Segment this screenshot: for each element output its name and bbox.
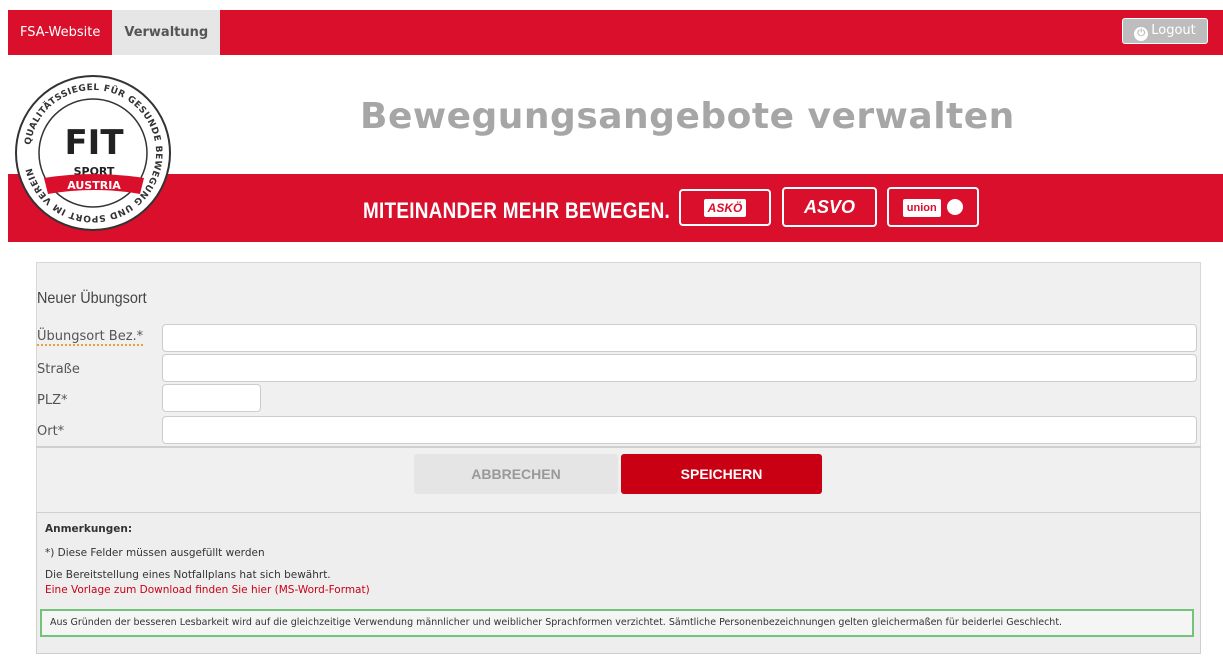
label-plz: PLZ* <box>37 393 68 408</box>
gender-note: Aus Gründen der besseren Lesbarkeit wird… <box>50 617 1063 628</box>
form-separator <box>36 446 1201 448</box>
partner-logo-askoe: ASKÖ <box>679 189 771 226</box>
strasse-input[interactable] <box>162 354 1197 382</box>
logout-label: Logout <box>1151 23 1196 38</box>
ort-input[interactable] <box>162 416 1197 444</box>
download-template-link[interactable]: Eine Vorlage zum Download finden Sie hie… <box>45 584 370 596</box>
page-title: Bewegungsangebote verwalten <box>360 96 1015 137</box>
save-button[interactable]: SPEICHERN <box>621 454 822 494</box>
logo-fit-text: FIT <box>64 123 124 163</box>
partner-logo-union: union <box>887 187 979 227</box>
plz-input[interactable] <box>162 384 261 412</box>
top-navbar: FSA-Website Verwaltung ⏻ Logout <box>8 10 1223 55</box>
logo-austria-text: AUSTRIA <box>67 179 121 192</box>
emergency-plan-note: Die Bereitstellung eines Notfallplans ha… <box>45 569 331 581</box>
form-title: Neuer Übungsort <box>37 290 147 307</box>
union-label: union <box>902 199 941 217</box>
power-icon: ⏻ <box>1134 27 1149 41</box>
fit-sport-austria-logo: QUALITÄTSSIEGEL FÜR GESUNDE BEWEGUNG UND… <box>15 75 171 231</box>
main-nav: FSA-Website Verwaltung <box>8 10 221 55</box>
logout-button[interactable]: ⏻ Logout <box>1122 18 1208 44</box>
slogan-text: MITEINANDER MEHR BEWEGEN. <box>363 198 671 223</box>
partner-logo-asvo: ASVO <box>782 187 877 227</box>
nav-item-verwaltung[interactable]: Verwaltung <box>112 10 221 55</box>
union-power-icon <box>947 198 964 215</box>
asvo-label: ASVO <box>803 197 855 217</box>
cancel-button[interactable]: ABBRECHEN <box>414 454 618 494</box>
askoe-label: ASKÖ <box>703 199 747 217</box>
notes-heading: Anmerkungen: <box>45 523 133 535</box>
label-strasse: Straße <box>37 362 80 377</box>
label-uebungsort-bez: Übungsort Bez.* <box>37 329 144 346</box>
uebungsort-bez-input[interactable] <box>162 324 1197 352</box>
label-ort: Ort* <box>37 424 65 439</box>
nav-item-fsa-website[interactable]: FSA-Website <box>8 10 112 55</box>
required-fields-note: *) Diese Felder müssen ausgefüllt werden <box>45 547 265 559</box>
